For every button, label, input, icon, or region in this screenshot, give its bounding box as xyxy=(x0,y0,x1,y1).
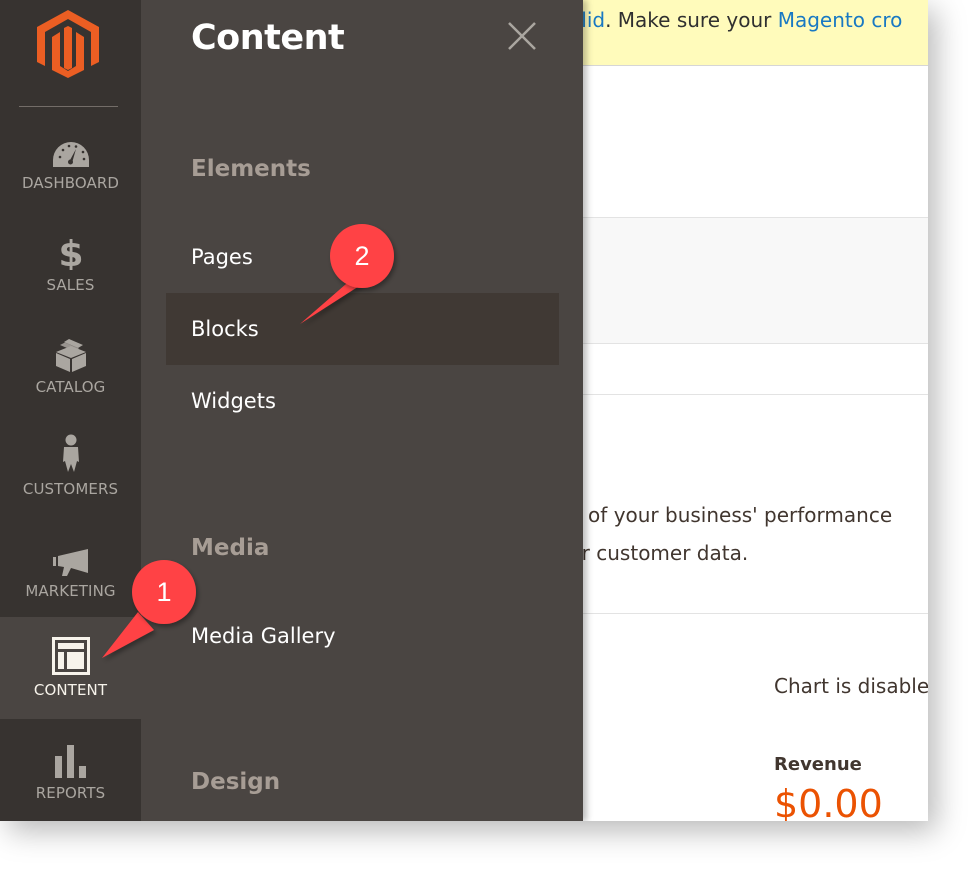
submenu-item-widgets[interactable]: Widgets xyxy=(166,365,559,437)
sidebar-item-label: DASHBOARD xyxy=(21,174,120,192)
svg-text:$: $ xyxy=(59,234,83,270)
megaphone-icon xyxy=(51,540,91,576)
sidebar-item-reports[interactable]: REPORTS xyxy=(0,720,141,821)
notice-link-cron[interactable]: Magento cro xyxy=(778,8,903,32)
callout-number: 2 xyxy=(354,240,370,271)
bar-chart-icon xyxy=(51,742,91,778)
sidebar-item-sales[interactable]: $ SALES xyxy=(0,212,141,314)
page-actions-band xyxy=(583,217,928,344)
system-notice: alid. Make sure your Magento cro xyxy=(583,0,928,66)
box-icon xyxy=(51,336,91,372)
sidebar-item-catalog[interactable]: CATALOG xyxy=(0,314,141,416)
divider xyxy=(583,394,928,395)
sidebar-item-customers[interactable]: CUSTOMERS xyxy=(0,416,141,518)
revenue-label: Revenue xyxy=(774,754,862,775)
notice-text: . Make sure your xyxy=(605,8,778,32)
intro-line: d of your business' performance xyxy=(569,503,893,527)
close-icon[interactable] xyxy=(507,21,537,51)
admin-window: DASHBOARD $ SALES CATALOG CUSTOMERS MARK… xyxy=(0,0,928,821)
section-heading-design: Design xyxy=(191,769,281,795)
callout-2: 2 xyxy=(298,224,408,338)
sidebar-item-label: CUSTOMERS xyxy=(22,480,119,498)
callout-1: 1 xyxy=(96,560,206,674)
nav-divider xyxy=(19,106,118,107)
magento-logo[interactable] xyxy=(37,10,99,78)
divider xyxy=(583,613,928,614)
layout-icon xyxy=(51,637,91,675)
section-heading-media: Media xyxy=(191,535,270,561)
dollar-icon: $ xyxy=(51,234,91,270)
sidebar-item-dashboard[interactable]: DASHBOARD xyxy=(0,110,141,212)
revenue-value: $0.00 xyxy=(774,782,883,821)
section-heading-elements: Elements xyxy=(191,156,311,182)
dashboard-main: alid. Make sure your Magento cro d of yo… xyxy=(569,0,928,821)
sidebar-item-label: SALES xyxy=(46,276,95,294)
intro-line: ur customer data. xyxy=(569,541,749,565)
sidebar-item-label: REPORTS xyxy=(35,784,106,802)
dashboard-intro: d of your business' performance ur custo… xyxy=(569,496,892,572)
chart-disabled-message: Chart is disable xyxy=(774,674,928,698)
dashboard-gauge-icon xyxy=(51,132,91,168)
sidebar-item-label: CONTENT xyxy=(33,681,108,699)
person-icon xyxy=(51,434,91,474)
flyout-title: Content xyxy=(191,18,345,58)
notice-link-1[interactable]: alid xyxy=(583,8,605,32)
content-submenu-flyout: Content Elements Pages Blocks Widgets Me… xyxy=(141,0,583,821)
submenu-item-media-gallery[interactable]: Media Gallery xyxy=(166,600,559,672)
callout-number: 1 xyxy=(156,576,172,607)
admin-sidebar: DASHBOARD $ SALES CATALOG CUSTOMERS MARK… xyxy=(0,0,141,821)
sidebar-item-label: CATALOG xyxy=(35,378,106,396)
